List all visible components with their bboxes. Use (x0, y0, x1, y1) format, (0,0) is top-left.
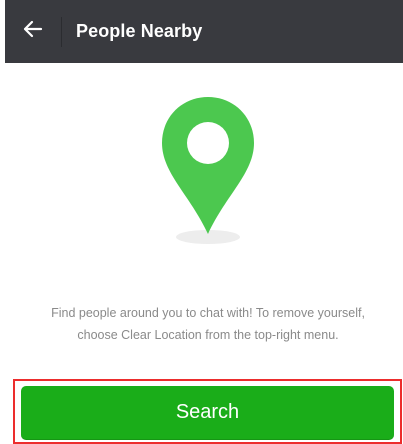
description-text: Find people around you to chat with! To … (51, 306, 365, 342)
header-divider (61, 16, 62, 47)
back-button[interactable] (5, 0, 61, 63)
hero-illustration (0, 95, 403, 255)
search-button[interactable]: Search (21, 386, 394, 440)
page-title: People Nearby (76, 21, 203, 41)
top-bar: People Nearby (5, 0, 403, 63)
back-arrow-icon (23, 20, 43, 43)
location-pin-icon (160, 95, 256, 245)
